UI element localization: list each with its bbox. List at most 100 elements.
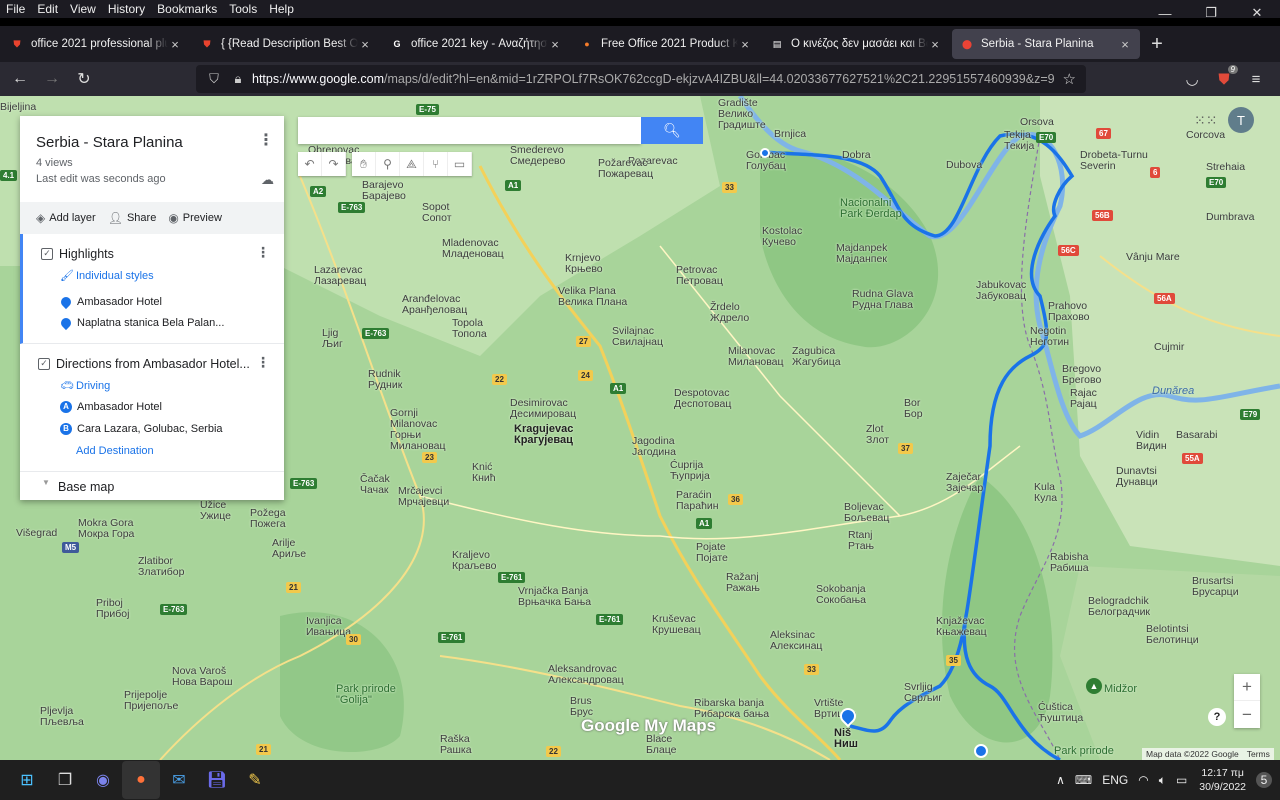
close-tab-icon[interactable]: ×	[548, 37, 562, 52]
tab-2[interactable]: Goffice 2021 key - Αναζήτηση Google×	[382, 29, 570, 59]
undo-icon[interactable]: ↶	[298, 152, 322, 176]
pen-app-icon[interactable]: ✎	[236, 761, 274, 799]
forward-button[interactable]: →	[36, 64, 68, 94]
close-window-button[interactable]: ✕	[1234, 0, 1280, 26]
clock[interactable]: 12:17 πμ 30/9/2022	[1199, 766, 1246, 794]
apps-grid-icon[interactable]: ⁙⁙	[1194, 112, 1217, 129]
close-tab-icon[interactable]: ×	[738, 37, 752, 52]
menu-edit[interactable]: Edit	[31, 2, 64, 16]
tab-1[interactable]: ⛊ { {Read Description Best Offer } ×	[192, 29, 380, 59]
page-icon: ▤	[772, 38, 782, 49]
language-indicator[interactable]: ENG	[1102, 773, 1128, 787]
close-tab-icon[interactable]: ×	[1118, 37, 1132, 52]
menu-bookmarks[interactable]: Bookmarks	[151, 2, 223, 16]
navigation-bar: ← → ↻ ⛉ 🔒︎ https://www.google.com/maps/d…	[0, 62, 1280, 96]
mail-icon[interactable]: ✉	[160, 761, 198, 799]
pocket-icon[interactable]: ◡	[1176, 70, 1208, 88]
place-label: Kragujevac Крагујевац	[514, 423, 574, 446]
volume-icon[interactable]: 🔈︎	[1159, 773, 1166, 788]
route-stop-b[interactable]: B Cara Lazara, Golubac, Serbia	[60, 423, 223, 435]
add-destination-link[interactable]: Add Destination	[76, 445, 154, 457]
add-directions-icon[interactable]: ⑂	[424, 152, 448, 176]
place-label: Svilajnac Свилајнац	[612, 325, 663, 348]
route-start-marker-icon[interactable]	[760, 148, 770, 158]
menu-file[interactable]: File	[0, 2, 31, 16]
extension-icon[interactable]: ⛊ 9	[1208, 64, 1240, 88]
hand-pan-icon[interactable]: ✋︎	[352, 152, 376, 176]
new-tab-button[interactable]: +	[1142, 33, 1172, 56]
route-stop-marker-icon[interactable]	[974, 744, 988, 758]
keyboard-icon[interactable]: ⌨	[1075, 773, 1092, 787]
tab-label: office 2021 key - Αναζήτηση Google	[411, 38, 548, 50]
road-shield: 55A	[1182, 453, 1203, 464]
taskbar: ⊞ ❐ ◉ ● ✉ 💾︎ ✎ ∧ ⌨ ENG ◠ 🔈︎ ▭ 12:17 πμ 30…	[0, 760, 1280, 800]
driving-mode-link[interactable]: 🚗︎ Driving	[60, 379, 110, 393]
search-input[interactable]	[298, 117, 641, 144]
share-button[interactable]: 👤︎ Share	[108, 211, 157, 225]
measure-icon[interactable]: ▭	[448, 152, 472, 176]
reload-button[interactable]: ↻	[68, 64, 100, 94]
tab-3[interactable]: ● Free Office 2021 Product Keys |×	[572, 29, 760, 59]
map-title[interactable]: Serbia - Stara Planina	[36, 134, 183, 151]
close-tab-icon[interactable]: ×	[168, 37, 182, 52]
place-label: Aleksinac Алексинац	[770, 629, 823, 652]
chevron-up-icon[interactable]: ∧	[1056, 773, 1065, 787]
firefox-icon[interactable]: ●	[122, 761, 160, 799]
bookmark-star-icon[interactable]: ☆	[1063, 70, 1076, 88]
layer-checkbox[interactable]: ✓	[41, 248, 53, 260]
maximize-button[interactable]: ❐	[1188, 0, 1234, 26]
layer-directions[interactable]: ✓ Directions from Ambasador Hotel... ⋮ 🚗…	[20, 344, 284, 472]
menu-view[interactable]: View	[64, 2, 102, 16]
tab-0[interactable]: ⛊ office 2021 professional plus key×	[2, 29, 190, 59]
help-icon[interactable]: ?	[1208, 708, 1226, 726]
task-view-icon[interactable]: ❐	[46, 761, 84, 799]
layer-name[interactable]: Highlights	[59, 247, 114, 261]
menu-help[interactable]: Help	[263, 2, 300, 16]
notification-badge[interactable]: 5	[1256, 772, 1272, 788]
battery-icon[interactable]: ▭	[1176, 773, 1187, 787]
place-label: Milanovac Милановац	[728, 345, 784, 368]
place-label: Požega Пожега	[250, 507, 286, 530]
redo-icon[interactable]: ↷	[322, 152, 346, 176]
add-layer-button[interactable]: ◈ Add layer	[36, 211, 96, 225]
back-button[interactable]: ←	[4, 64, 36, 94]
close-tab-icon[interactable]: ×	[928, 37, 942, 52]
layer-name[interactable]: Directions from Ambasador Hotel...	[56, 357, 250, 371]
layer-options-icon[interactable]: ⋮	[256, 244, 270, 261]
layer-checkbox[interactable]: ✓	[38, 358, 50, 370]
place-label: Ivanjica Ивањица	[306, 615, 352, 638]
minimize-button[interactable]: —	[1142, 0, 1188, 26]
draw-line-icon[interactable]: ⟁	[400, 152, 424, 176]
add-marker-icon[interactable]: ⚲	[376, 152, 400, 176]
preview-button[interactable]: ◉ Preview	[168, 211, 222, 225]
route-stop-a[interactable]: A Ambasador Hotel	[60, 401, 162, 413]
layer-options-icon[interactable]: ⋮	[256, 354, 270, 371]
close-tab-icon[interactable]: ×	[358, 37, 372, 52]
wifi-icon[interactable]: ◠	[1138, 773, 1148, 787]
base-map-toggle[interactable]: ▼ Base map	[20, 472, 284, 500]
tab-4[interactable]: ▤ Ο κινέζος δεν μασάει και Βαλκάνια×	[762, 29, 950, 59]
list-item[interactable]: Naplatna stanica Bela Palan...	[58, 315, 224, 331]
map-options-icon[interactable]: ⋮	[258, 130, 274, 150]
lock-icon[interactable]: 🔒︎	[228, 71, 248, 87]
map-attribution: Map data ©2022 Google Terms	[1142, 748, 1274, 760]
tab-5[interactable]: ⬤ Serbia - Stara Planina ×	[952, 29, 1140, 59]
avatar[interactable]: T	[1228, 107, 1254, 133]
menu-history[interactable]: History	[102, 2, 151, 16]
url-bar[interactable]: ⛉ 🔒︎ https://www.google.com/maps/d/edit?…	[196, 65, 1086, 93]
individual-styles-link[interactable]: 🖌︎ Individual styles	[60, 269, 154, 283]
layer-highlights[interactable]: ✓ Highlights ⋮ 🖌︎ Individual styles Ambas…	[20, 234, 284, 344]
start-button[interactable]: ⊞	[8, 761, 46, 799]
terms-link[interactable]: Terms	[1247, 749, 1270, 759]
save-app-icon[interactable]: 💾︎	[198, 761, 236, 799]
zoom-in-button[interactable]: +	[1234, 674, 1260, 701]
search-button[interactable]: 🔍︎	[641, 117, 703, 144]
teams-chat-icon[interactable]: ◉	[84, 761, 122, 799]
zoom-out-button[interactable]: −	[1234, 701, 1260, 728]
menu-tools[interactable]: Tools	[223, 2, 263, 16]
menu-icon[interactable]: ≡	[1240, 71, 1272, 88]
url-text[interactable]: https://www.google.com/maps/d/edit?hl=en…	[252, 72, 1055, 86]
place-label: Nova Varoš Нова Варош	[172, 665, 233, 688]
list-item[interactable]: Ambasador Hotel	[58, 294, 162, 310]
tracking-shield-icon[interactable]: ⛉	[204, 71, 224, 87]
